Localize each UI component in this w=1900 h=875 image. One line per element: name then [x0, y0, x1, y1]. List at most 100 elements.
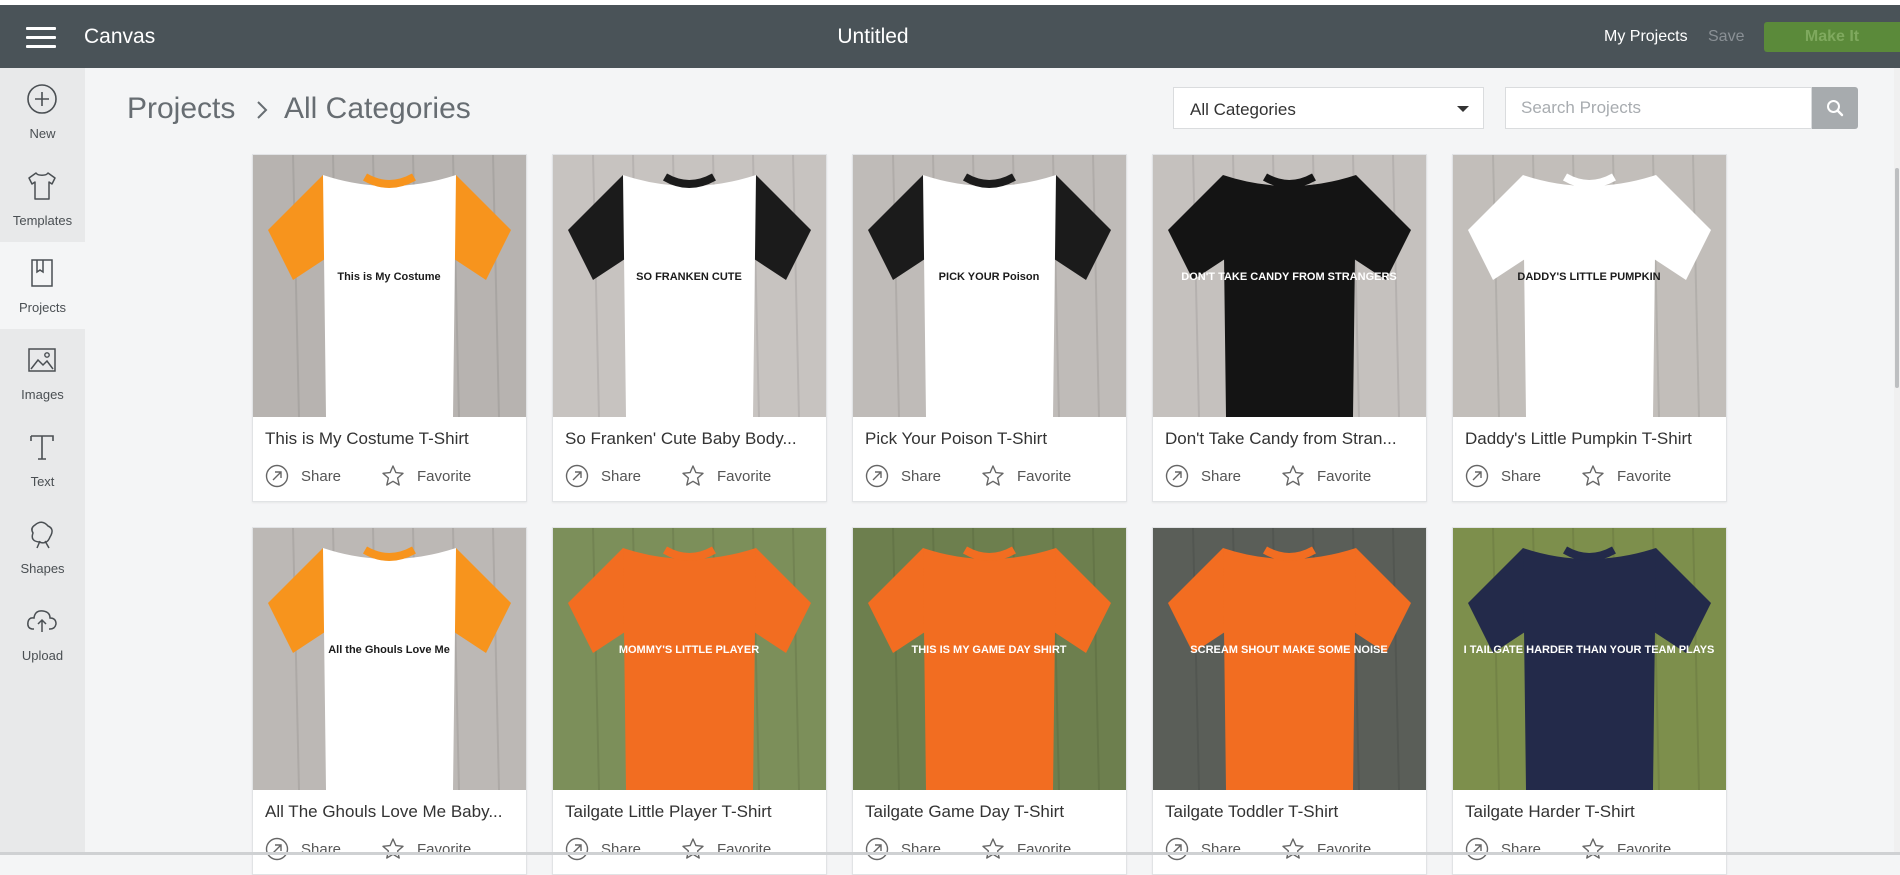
project-card[interactable]: I TAILGATE HARDER THAN YOUR TEAM PLAYS Ta… — [1452, 527, 1727, 875]
document-title[interactable]: Untitled — [0, 25, 1746, 49]
project-card[interactable]: DON'T TAKE CANDY FROM STRANGERS Don't Tak… — [1152, 154, 1427, 502]
shirt-print-text: SO FRANKEN CUTE — [636, 271, 742, 283]
project-thumbnail[interactable]: PICK YOUR Poison — [853, 155, 1126, 417]
share-button[interactable]: Share — [1165, 837, 1255, 863]
project-card[interactable]: All the Ghouls Love Me All The Ghouls Lov… — [252, 527, 527, 875]
share-button[interactable]: Share — [565, 464, 655, 490]
project-title[interactable]: Tailgate Game Day T-Shirt — [865, 802, 1117, 822]
share-label: Share — [301, 841, 342, 858]
favorite-button[interactable]: Favorite — [681, 464, 791, 490]
star-icon — [682, 838, 704, 859]
favorite-button[interactable]: Favorite — [1281, 464, 1391, 490]
project-thumbnail[interactable]: THIS IS MY GAME DAY SHIRT — [853, 528, 1126, 790]
project-title[interactable]: This is My Costume T-Shirt — [265, 429, 517, 449]
sidebar-item-label: Shapes — [20, 561, 65, 576]
project-title[interactable]: Tailgate Toddler T-Shirt — [1165, 802, 1417, 822]
project-title[interactable]: Tailgate Harder T-Shirt — [1465, 802, 1717, 822]
shapes-icon — [31, 521, 53, 549]
favorite-button[interactable]: Favorite — [1581, 837, 1691, 863]
shirt-image: PICK YOUR Poison — [853, 155, 1126, 417]
project-card[interactable]: DADDY'S LITTLE PUMPKIN Daddy's Little Pum… — [1452, 154, 1727, 502]
share-button[interactable]: Share — [865, 837, 955, 863]
breadcrumb-root[interactable]: Projects — [127, 92, 235, 126]
project-title[interactable]: Tailgate Little Player T-Shirt — [565, 802, 817, 822]
star-icon — [1282, 838, 1304, 859]
shirt-image: THIS IS MY GAME DAY SHIRT — [853, 528, 1126, 790]
favorite-button[interactable]: Favorite — [1281, 837, 1391, 863]
share-button[interactable]: Share — [1165, 464, 1255, 490]
shirt-image: SCREAM SHOUT MAKE SOME NOISE — [1153, 528, 1426, 790]
shirt-print-text: PICK YOUR Poison — [939, 271, 1040, 283]
chevron-right-icon — [257, 101, 268, 119]
project-thumbnail[interactable]: MOMMY'S LITTLE PLAYER — [553, 528, 826, 790]
project-thumbnail[interactable]: SO FRANKEN CUTE — [553, 155, 826, 417]
project-card[interactable]: PICK YOUR Poison Pick Your Poison T-Shirt… — [852, 154, 1127, 502]
save-button[interactable]: Save — [1708, 28, 1744, 46]
shirt-print-text: SCREAM SHOUT MAKE SOME NOISE — [1190, 644, 1387, 656]
star-icon — [1582, 465, 1604, 486]
image-icon — [28, 348, 56, 372]
sidebar-item-images[interactable]: Images — [0, 329, 85, 416]
favorite-button[interactable]: Favorite — [981, 837, 1091, 863]
project-title[interactable]: Daddy's Little Pumpkin T-Shirt — [1465, 429, 1717, 449]
share-button[interactable]: Share — [1465, 464, 1555, 490]
project-thumbnail[interactable]: DADDY'S LITTLE PUMPKIN — [1453, 155, 1726, 417]
sidebar-item-text[interactable]: Text — [0, 416, 85, 503]
star-icon — [682, 465, 704, 486]
project-title[interactable]: Don't Take Candy from Stran... — [1165, 429, 1417, 449]
make-it-button[interactable]: Make It — [1764, 22, 1900, 52]
sidebar-item-projects[interactable]: Projects — [0, 242, 85, 329]
project-thumbnail[interactable]: This is My Costume — [253, 155, 526, 417]
share-button[interactable]: Share — [1465, 837, 1555, 863]
sidebar-item-templates[interactable]: Templates — [0, 155, 85, 242]
share-label: Share — [1201, 468, 1242, 485]
project-card[interactable]: SCREAM SHOUT MAKE SOME NOISE Tailgate Tod… — [1152, 527, 1427, 875]
search-button[interactable] — [1812, 87, 1858, 129]
project-thumbnail[interactable]: All the Ghouls Love Me — [253, 528, 526, 790]
share-icon — [865, 464, 889, 488]
app-header: Canvas Untitled My Projects Save Make It — [0, 5, 1900, 68]
left-toolbar: New Templates Projects Images Text Shape… — [0, 68, 85, 855]
project-thumbnail[interactable]: SCREAM SHOUT MAKE SOME NOISE — [1153, 528, 1426, 790]
favorite-button[interactable]: Favorite — [381, 464, 491, 490]
favorite-button[interactable]: Favorite — [381, 837, 491, 863]
share-label: Share — [1501, 841, 1542, 858]
sidebar-item-label: Projects — [19, 300, 66, 315]
scrollbar-thumb[interactable] — [1895, 168, 1899, 388]
favorite-button[interactable]: Favorite — [681, 837, 791, 863]
sidebar-item-upload[interactable]: Upload — [0, 590, 85, 677]
project-card[interactable]: This is My Costume This is My Costume T-S… — [252, 154, 527, 502]
sidebar-item-new[interactable]: New — [0, 68, 85, 155]
favorite-label: Favorite — [1617, 841, 1672, 858]
share-button[interactable]: Share — [565, 837, 655, 863]
category-select-value: All Categories — [1190, 100, 1296, 119]
share-button[interactable]: Share — [265, 837, 355, 863]
share-icon — [1465, 464, 1489, 488]
project-thumbnail[interactable]: I TAILGATE HARDER THAN YOUR TEAM PLAYS — [1453, 528, 1726, 790]
favorite-label: Favorite — [417, 841, 472, 858]
my-projects-link[interactable]: My Projects — [1604, 28, 1688, 46]
shirt-print-text: THIS IS MY GAME DAY SHIRT — [911, 644, 1066, 656]
project-title[interactable]: All The Ghouls Love Me Baby... — [265, 802, 517, 822]
project-card[interactable]: SO FRANKEN CUTE So Franken' Cute Baby Bod… — [552, 154, 827, 502]
caret-down-icon — [1457, 106, 1469, 112]
favorite-button[interactable]: Favorite — [1581, 464, 1691, 490]
project-card[interactable]: MOMMY'S LITTLE PLAYER Tailgate Little Pla… — [552, 527, 827, 875]
share-button[interactable]: Share — [865, 464, 955, 490]
share-icon — [865, 837, 889, 861]
search-input[interactable] — [1505, 87, 1812, 129]
category-select[interactable]: All Categories — [1173, 87, 1484, 129]
shirt-image: This is My Costume — [253, 155, 526, 417]
share-icon — [1165, 464, 1189, 488]
sidebar-item-shapes[interactable]: Shapes — [0, 503, 85, 590]
shirt-image: MOMMY'S LITTLE PLAYER — [553, 528, 826, 790]
project-title[interactable]: So Franken' Cute Baby Body... — [565, 429, 817, 449]
project-title[interactable]: Pick Your Poison T-Shirt — [865, 429, 1117, 449]
sidebar-item-label: Templates — [12, 213, 73, 228]
favorite-button[interactable]: Favorite — [981, 464, 1091, 490]
project-thumbnail[interactable]: DON'T TAKE CANDY FROM STRANGERS — [1153, 155, 1426, 417]
projects-icon — [31, 259, 53, 287]
share-button[interactable]: Share — [265, 464, 355, 490]
favorite-label: Favorite — [717, 468, 772, 485]
project-card[interactable]: THIS IS MY GAME DAY SHIRT Tailgate Game D… — [852, 527, 1127, 875]
